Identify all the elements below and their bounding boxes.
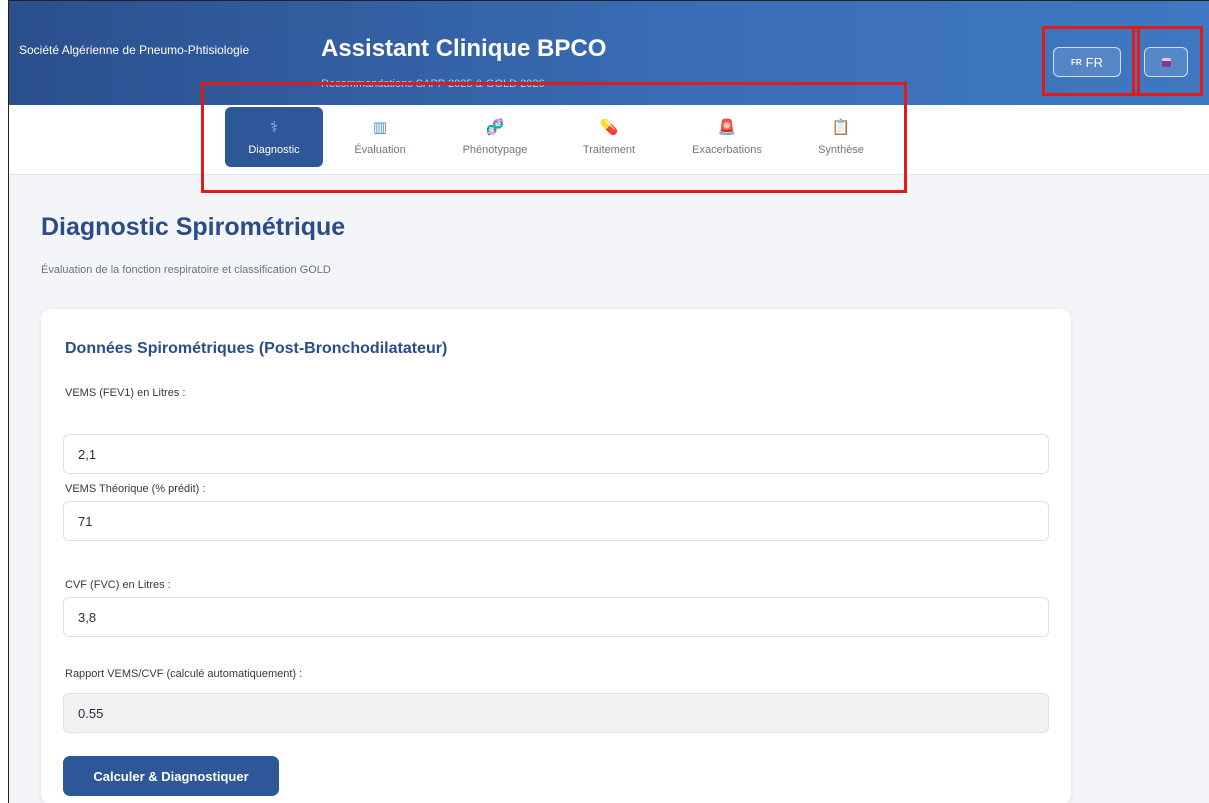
ratio-input[interactable] [63, 693, 1049, 733]
main-nav: ⚕ Diagnostic ▥ Évaluation 🧬 Phénotypage … [9, 105, 1209, 175]
page-title: Diagnostic Spirométrique [41, 213, 346, 241]
tab-label: Exacerbations [692, 144, 762, 156]
tab-label: Traitement [582, 144, 636, 156]
fev1-label: VEMS (FEV1) en Litres : [65, 387, 186, 399]
app-subtitle: Recommandations SAPP 2025 & GOLD 2026 [321, 78, 545, 90]
calculate-button[interactable]: Calculer & Diagnostiquer [63, 756, 279, 796]
tab-synthese[interactable]: 📋 Synthèse [803, 107, 879, 167]
tab-evaluation[interactable]: ▥ Évaluation [339, 107, 421, 167]
tab-label: Diagnostic [248, 144, 300, 156]
tab-traitement[interactable]: 💊 Traitement [569, 107, 649, 167]
language-label: FR [1085, 54, 1103, 70]
tab-exacerbations[interactable]: 🚨 Exacerbations [677, 107, 777, 167]
fev1-predicted-label: VEMS Théorique (% prédit) : [65, 483, 206, 495]
dna-icon: 🧬 [485, 119, 505, 136]
card-title: Données Spirométriques (Post-Bronchodila… [65, 340, 448, 357]
organization-name: Société Algérienne de Pneumo-Phtisiologi… [19, 43, 250, 57]
tab-label: Synthèse [818, 144, 864, 156]
tab-diagnostic[interactable]: ⚕ Diagnostic [225, 107, 323, 167]
spirometry-card: Données Spirométriques (Post-Bronchodila… [41, 309, 1071, 803]
printer-icon [1161, 57, 1171, 67]
app-title: Assistant Clinique BPCO [321, 35, 607, 62]
language-code-badge: FR [1070, 57, 1082, 67]
print-button[interactable] [1144, 47, 1188, 77]
fev1-predicted-input[interactable] [63, 501, 1049, 541]
language-button[interactable]: FR FR [1053, 47, 1121, 77]
fvc-input[interactable] [63, 597, 1049, 637]
pill-icon: 💊 [599, 119, 619, 136]
tab-phenotypage[interactable]: 🧬 Phénotypage [445, 107, 545, 167]
ratio-label: Rapport VEMS/CVF (calculé automatiquemen… [65, 668, 303, 680]
app-header: Société Algérienne de Pneumo-Phtisiologi… [9, 1, 1209, 105]
clipboard-icon: 📋 [831, 119, 851, 136]
fev1-input[interactable] [63, 434, 1049, 474]
alarm-light-icon: 🚨 [717, 119, 737, 136]
tab-label: Phénotypage [462, 144, 528, 156]
tab-label: Évaluation [354, 144, 406, 156]
page-subtitle: Évaluation de la fonction respiratoire e… [41, 264, 331, 276]
bar-chart-icon: ▥ [372, 119, 388, 136]
app-window: Société Algérienne de Pneumo-Phtisiologi… [8, 0, 1209, 803]
fvc-label: CVF (FVC) en Litres : [65, 579, 171, 591]
stethoscope-icon: ⚕ [269, 119, 279, 136]
